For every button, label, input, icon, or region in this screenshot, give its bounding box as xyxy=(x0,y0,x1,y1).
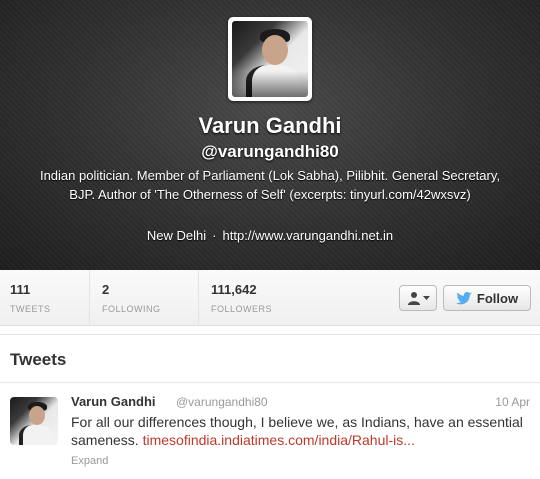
tweet-author-name[interactable]: Varun Gandhi xyxy=(71,394,156,409)
profile-avatar[interactable] xyxy=(228,17,312,101)
tweet-text: For all our differences though, I believ… xyxy=(71,413,531,449)
tweet-timestamp[interactable]: 10 Apr xyxy=(495,395,530,409)
meta-separator: · xyxy=(212,228,217,243)
stat-following[interactable]: 2 FOLLOWING xyxy=(89,270,189,326)
stat-following-label: FOLLOWING xyxy=(102,304,161,314)
profile-header: Varun Gandhi @varungandhi80 Indian polit… xyxy=(0,0,540,270)
stat-tweets-label: TWEETS xyxy=(10,304,51,314)
tweet-expand-link[interactable]: Expand xyxy=(71,455,108,467)
profile-photo xyxy=(232,21,308,97)
tweets-title: Tweets xyxy=(10,350,67,369)
tweets-panel: Tweets Varun Gandhi @varungandhi80 10 Ap… xyxy=(0,334,540,479)
stat-followers[interactable]: 111,642 FOLLOWERS xyxy=(198,270,318,326)
stat-tweets[interactable]: 111 TWEETS xyxy=(10,282,51,326)
tweet-avatar[interactable] xyxy=(10,397,58,445)
profile-bio: Indian politician. Member of Parliament … xyxy=(39,168,501,202)
stat-following-count: 2 xyxy=(102,282,110,297)
twitter-bird-icon xyxy=(455,291,472,304)
tweets-header: Tweets xyxy=(0,335,540,383)
person-icon xyxy=(407,292,420,305)
tweet-author-handle[interactable]: @varungandhi80 xyxy=(176,395,268,409)
profile-website-link[interactable]: http://www.varungandhi.net.in xyxy=(223,228,394,243)
follow-button[interactable]: Follow xyxy=(443,285,531,311)
follow-button-label: Follow xyxy=(476,290,519,306)
profile-meta: New Delhi · http://www.varungandhi.net.in xyxy=(0,228,540,243)
stat-tweets-count: 111 xyxy=(10,282,31,297)
stat-followers-count: 111,642 xyxy=(211,282,257,297)
tweet-item[interactable]: Varun Gandhi @varungandhi80 10 Apr For a… xyxy=(0,383,540,479)
user-actions-dropdown-button[interactable] xyxy=(399,285,437,311)
profile-location: New Delhi xyxy=(146,228,207,243)
profile-handle: @varungandhi80 xyxy=(201,142,339,161)
profile-name: Varun Gandhi xyxy=(198,113,342,138)
caret-down-icon xyxy=(422,296,430,300)
tweet-link[interactable]: timesofindia.indiatimes.com/india/Rahul-… xyxy=(143,432,415,448)
stat-followers-label: FOLLOWERS xyxy=(211,304,273,314)
